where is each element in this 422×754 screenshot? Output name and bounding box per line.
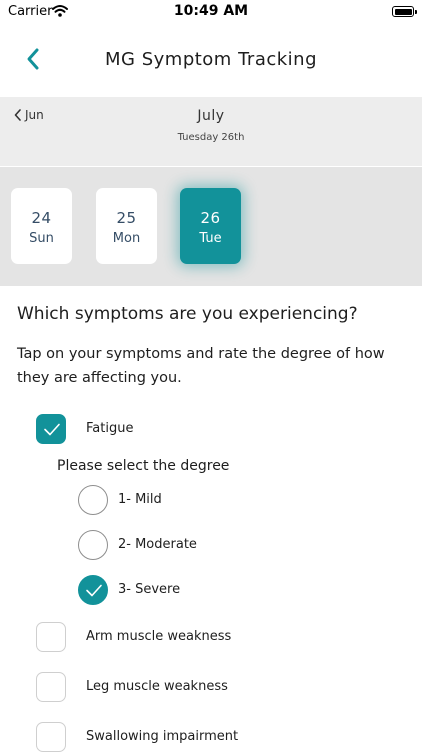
symptom-checkbox[interactable] [36,722,66,752]
day-card-24[interactable]: 24 Sun [11,188,72,264]
degree-label: 2- Moderate [118,537,197,552]
month-header: Jun July Tuesday 26th [0,97,422,166]
symptom-label: Arm muscle weakness [86,629,232,644]
checkmark-icon [86,584,102,597]
symptoms-instructions: Tap on your symptoms and rate the degree… [17,346,385,386]
symptom-label: Fatigue [86,421,134,436]
checkmark-icon [44,423,60,436]
symptom-arm-muscle-weakness[interactable]: Arm muscle weakness [36,622,396,654]
symptom-fatigue[interactable]: Fatigue [36,414,396,446]
symptom-leg-muscle-weakness[interactable]: Leg muscle weakness [36,672,396,704]
day-card-25[interactable]: 25 Mon [96,188,157,264]
selected-date-label: Tuesday 26th [177,132,245,143]
month-name: July [197,108,225,124]
degree-option-severe[interactable]: 3- Severe [78,575,378,607]
day-number: 26 [200,209,221,227]
battery-icon [392,6,417,17]
symptom-swallowing-impairment[interactable]: Swallowing impairment [36,722,396,754]
symptom-checkbox[interactable] [36,414,66,444]
day-weekday: Mon [112,231,141,246]
degree-prompt: Please select the degree [57,458,230,474]
degree-option-mild[interactable]: 1- Mild [78,485,378,517]
symptom-checkbox[interactable] [36,672,66,702]
page-title: MG Symptom Tracking [105,49,317,70]
day-number: 25 [116,209,137,227]
degree-radio[interactable] [78,575,108,605]
symptoms-question: Which symptoms are you experiencing? [17,304,358,324]
nav-bar: MG Symptom Tracking [0,36,422,84]
symptom-label: Leg muscle weakness [86,679,228,694]
day-weekday: Sun [29,231,54,246]
day-weekday: Tue [199,231,222,246]
day-number: 24 [31,209,52,227]
degree-radio[interactable] [78,530,108,560]
week-strip: 24 Sun 25 Mon 26 Tue [0,167,422,286]
status-bar: Carrier 10:49 AM [0,0,422,24]
symptom-checkbox[interactable] [36,622,66,652]
degree-option-moderate[interactable]: 2- Moderate [78,530,378,562]
symptom-label: Swallowing impairment [86,729,239,744]
day-card-26[interactable]: 26 Tue [180,188,241,264]
degree-label: 1- Mild [118,492,162,507]
degree-label: 3- Severe [118,582,181,597]
degree-radio[interactable] [78,485,108,515]
status-time: 10:49 AM [173,3,249,19]
